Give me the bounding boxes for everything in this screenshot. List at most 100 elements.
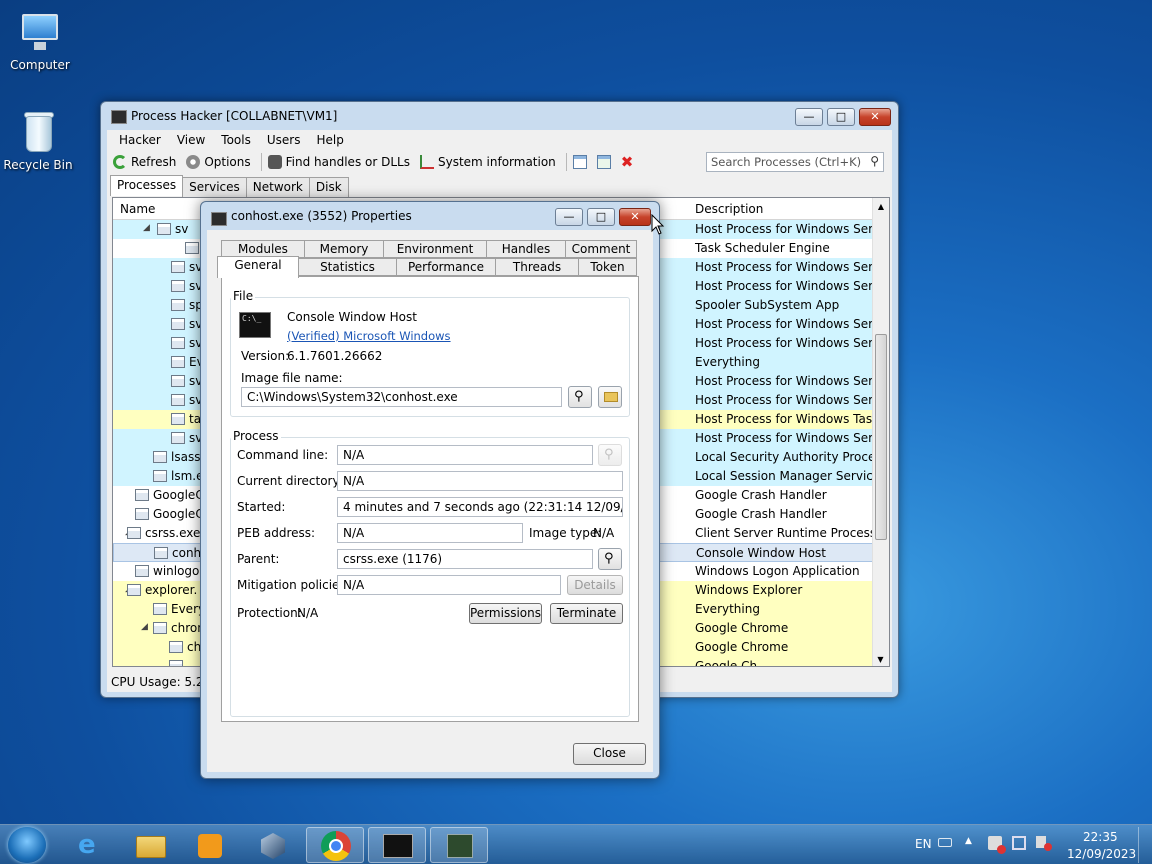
- title-bar[interactable]: Process Hacker [COLLABNET\VM1] — □ ✕: [101, 102, 898, 130]
- file-group: File C:\_ Console Window Host (Verified)…: [230, 289, 630, 417]
- clock-time[interactable]: 22:35: [1083, 830, 1118, 844]
- tab-services[interactable]: Services: [182, 177, 247, 198]
- peb-address-label: PEB address:: [237, 526, 316, 540]
- started-field[interactable]: 4 minutes and 7 seconds ago (22:31:14 12…: [337, 497, 623, 517]
- taskbar-console[interactable]: [368, 827, 426, 863]
- language-indicator[interactable]: EN: [915, 837, 932, 851]
- window-arrow-icon[interactable]: [596, 155, 611, 169]
- process-description: Host Process for Windows Ser...: [695, 222, 884, 236]
- show-desktop-button[interactable]: [1138, 827, 1152, 863]
- process-description: Everything: [695, 602, 760, 616]
- permissions-button[interactable]: Permissions: [469, 603, 542, 624]
- close-button[interactable]: ✕: [859, 108, 891, 126]
- tab-environment[interactable]: Environment: [383, 240, 487, 258]
- dialog-minimize-button[interactable]: —: [555, 208, 583, 226]
- keyboard-icon[interactable]: [938, 838, 952, 847]
- refresh-button[interactable]: Refresh: [113, 155, 176, 169]
- file-group-title: File: [231, 289, 256, 303]
- terminate-x-icon[interactable]: ✖: [621, 155, 635, 170]
- menu-users[interactable]: Users: [259, 133, 309, 147]
- verified-signer-link[interactable]: (Verified) Microsoft Windows: [287, 329, 451, 343]
- taskbar-explorer[interactable]: [122, 827, 180, 863]
- column-description[interactable]: Description: [695, 202, 763, 216]
- process-name: lsm.e: [171, 469, 204, 483]
- inspect-file-button[interactable]: ⚲: [568, 386, 592, 408]
- process-group: Process Command line: N/A ⚲ Current dire…: [230, 429, 630, 717]
- dialog-maximize-button[interactable]: □: [587, 208, 615, 226]
- peb-address-field[interactable]: N/A: [337, 523, 523, 543]
- dialog-title-bar[interactable]: conhost.exe (3552) Properties — □ ✕: [201, 202, 659, 230]
- tab-handles[interactable]: Handles: [486, 240, 566, 258]
- dialog-close-button[interactable]: ✕: [619, 208, 651, 226]
- system-information-button[interactable]: System information: [419, 155, 556, 169]
- volume-muted-icon[interactable]: [1036, 836, 1052, 851]
- find-handles-label: Find handles or DLLs: [285, 155, 410, 169]
- details-button[interactable]: Details: [567, 575, 623, 595]
- minimize-button[interactable]: —: [795, 108, 823, 126]
- process-description: Host Process for Windows Ser...: [695, 260, 884, 274]
- window-icon[interactable]: [572, 155, 587, 169]
- close-dialog-button[interactable]: Close: [573, 743, 646, 765]
- process-description: Host Process for Windows Ser...: [695, 279, 884, 293]
- console-icon: [211, 212, 227, 226]
- expand-arrow-icon[interactable]: ◢: [143, 223, 150, 233]
- tab-memory[interactable]: Memory: [304, 240, 384, 258]
- virtualbox-icon: [261, 833, 285, 859]
- process-hacker-icon: [447, 834, 473, 858]
- process-group-title: Process: [231, 429, 281, 443]
- tab-token[interactable]: Token: [578, 258, 637, 276]
- process-icon: [127, 527, 141, 539]
- command-line-field[interactable]: N/A: [337, 445, 593, 465]
- process-description: Host Process for Windows Ser...: [695, 317, 884, 331]
- menu-help[interactable]: Help: [308, 133, 351, 147]
- taskbar-virtualbox[interactable]: [244, 827, 302, 863]
- tab-threads[interactable]: Threads: [495, 258, 579, 276]
- desktop-icon-computer[interactable]: Computer: [0, 10, 80, 72]
- command-line-label: Command line:: [237, 448, 329, 462]
- expand-arrow-icon[interactable]: ◢: [141, 622, 148, 632]
- options-button[interactable]: Options: [186, 155, 251, 169]
- parent-inspect-button[interactable]: ⚲: [598, 548, 622, 570]
- open-folder-button[interactable]: [598, 386, 622, 408]
- search-input[interactable]: Search Processes (Ctrl+K) ⚲: [706, 152, 884, 172]
- show-hidden-icons-icon[interactable]: ▲: [965, 836, 972, 846]
- image-file-name-field[interactable]: C:\Windows\System32\conhost.exe: [241, 387, 562, 407]
- menu-view[interactable]: View: [169, 133, 213, 147]
- network-icon[interactable]: [1012, 836, 1026, 850]
- tab-statistics[interactable]: Statistics: [298, 258, 397, 276]
- action-center-icon[interactable]: [988, 836, 1006, 854]
- start-button[interactable]: [8, 827, 46, 863]
- scrollbar-thumb[interactable]: [875, 334, 887, 540]
- process-list-scrollbar[interactable]: ▲ ▼: [872, 198, 889, 666]
- tab-comment[interactable]: Comment: [565, 240, 637, 258]
- tab-processes[interactable]: Processes: [110, 175, 184, 196]
- current-directory-field[interactable]: N/A: [337, 471, 623, 491]
- parent-field[interactable]: csrss.exe (1176): [337, 549, 593, 569]
- mitigation-policies-field[interactable]: N/A: [337, 575, 561, 595]
- column-name[interactable]: Name: [120, 202, 155, 216]
- maximize-button[interactable]: □: [827, 108, 855, 126]
- clock-date[interactable]: 12/09/2023: [1067, 847, 1136, 861]
- tab-network[interactable]: Network: [245, 177, 310, 198]
- taskbar-internet-explorer[interactable]: e: [62, 827, 120, 863]
- menu-tools[interactable]: Tools: [213, 133, 259, 147]
- tab-performance[interactable]: Performance: [396, 258, 496, 276]
- tab-disk[interactable]: Disk: [308, 177, 349, 198]
- taskbar-chrome[interactable]: [306, 827, 364, 863]
- command-line-inspect-button[interactable]: ⚲: [598, 444, 622, 466]
- process-description: Google Chrome: [695, 621, 789, 635]
- find-handles-button[interactable]: Find handles or DLLs: [267, 155, 410, 169]
- desktop-icon-recycle-bin[interactable]: Recycle Bin: [0, 110, 78, 172]
- scroll-down-arrow[interactable]: ▼: [873, 655, 888, 664]
- taskbar-process-hacker[interactable]: [430, 827, 488, 863]
- process-icon: [154, 547, 168, 559]
- menu-hacker[interactable]: Hacker: [111, 133, 169, 147]
- tab-general[interactable]: General: [217, 256, 299, 278]
- scroll-up-arrow[interactable]: ▲: [873, 198, 889, 211]
- process-description: Everything: [695, 355, 760, 369]
- search-placeholder: Search Processes (Ctrl+K): [711, 155, 862, 169]
- taskbar-media-player[interactable]: [182, 827, 240, 863]
- gear-icon: [186, 155, 201, 169]
- terminate-button[interactable]: Terminate: [550, 603, 623, 624]
- binoculars-icon: [267, 155, 282, 169]
